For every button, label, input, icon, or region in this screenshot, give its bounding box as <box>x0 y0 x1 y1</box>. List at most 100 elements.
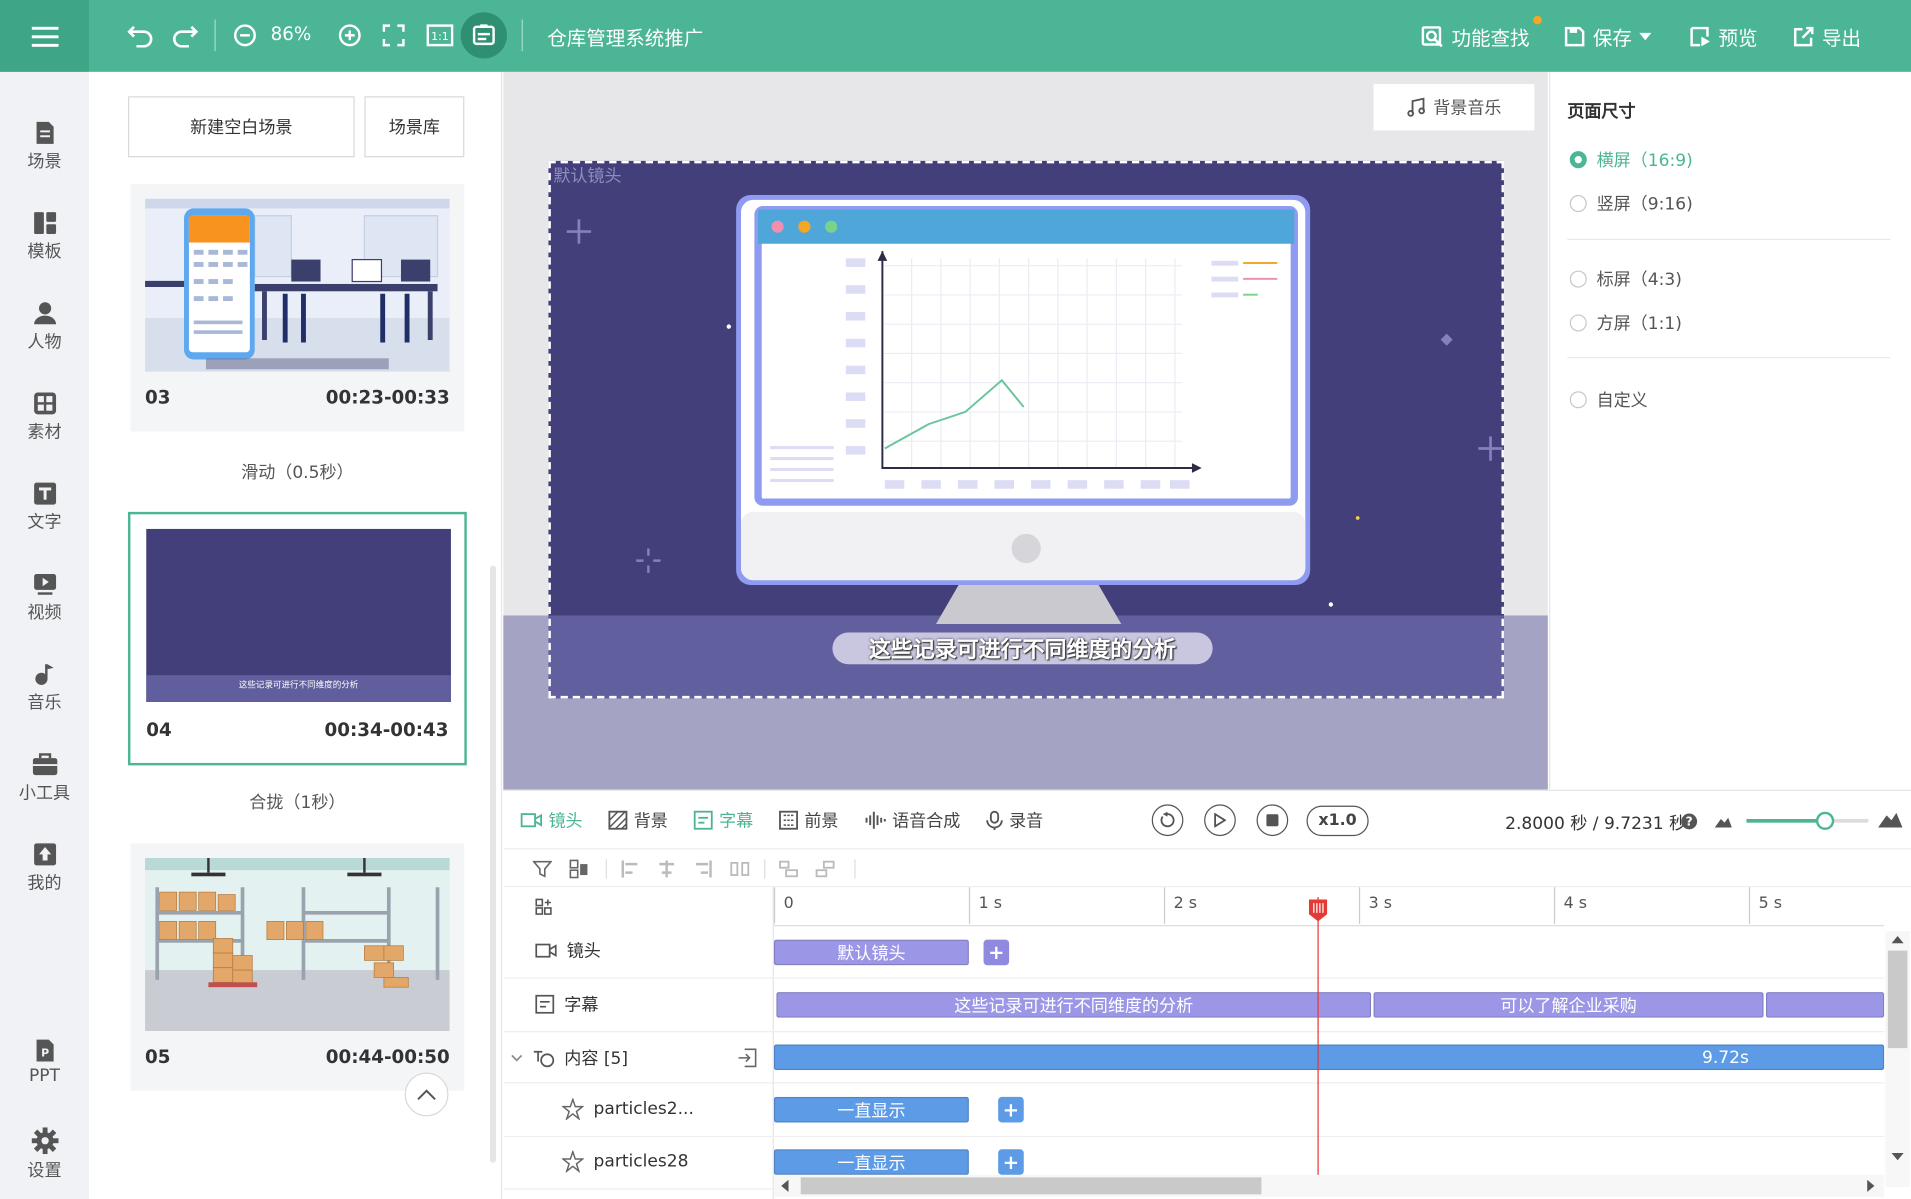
timeline-zoom-slider[interactable] <box>1746 811 1869 830</box>
stop-button[interactable] <box>1256 804 1289 837</box>
left-navigation: 场景 模板 人物 素材 文字 视频 音乐 小工具 我的 P PPT 设置 <box>0 71 89 1199</box>
add-effect-button[interactable]: + <box>998 1149 1024 1175</box>
layers-icon[interactable] <box>569 859 589 879</box>
option-square[interactable]: 方屏（1:1) <box>1569 311 1682 335</box>
redo-button[interactable] <box>169 20 201 52</box>
tab-foreground[interactable]: 前景 <box>779 791 839 850</box>
option-standard[interactable]: 标屏（4:3) <box>1569 267 1682 291</box>
ruler-label: 3 s <box>1368 894 1393 913</box>
scroll-right-icon[interactable] <box>1867 1179 1875 1192</box>
zoom-in-button[interactable] <box>336 22 363 49</box>
scroll-to-top-button[interactable] <box>404 1072 449 1117</box>
horizontal-scrollbar[interactable] <box>773 1174 1885 1197</box>
radio-button[interactable] <box>1569 270 1587 288</box>
subtitle-view-button[interactable] <box>460 12 507 59</box>
nav-item-ppt[interactable]: P PPT <box>0 1038 89 1086</box>
notification-dot <box>1533 15 1542 25</box>
playback-speed-button[interactable]: x1.0 <box>1306 805 1369 837</box>
undo-button[interactable] <box>124 20 156 52</box>
option-landscape[interactable]: 横屏（16:9) <box>1569 147 1693 171</box>
nav-item-person[interactable]: 人物 <box>0 301 89 353</box>
tab-camera[interactable]: 镜头 <box>520 791 583 850</box>
align-center-icon[interactable] <box>657 859 677 879</box>
add-camera-button[interactable]: + <box>983 939 1010 966</box>
page-size-panel: 页面尺寸 横屏（16:9) 竖屏（9:16) 标屏（4:3) 方屏（1:1) 自… <box>1549 71 1911 790</box>
menu-button[interactable] <box>0 0 89 72</box>
clip-subtitle[interactable] <box>1765 992 1885 1018</box>
help-icon[interactable]: ? <box>1681 813 1698 830</box>
scene-card-05[interactable]: 05 00:44-00:50 <box>130 843 465 1091</box>
align-right-icon[interactable] <box>693 859 713 879</box>
option-custom[interactable]: 自定义 <box>1569 388 1648 412</box>
nav-item-template[interactable]: 模板 <box>0 211 89 263</box>
tab-subtitle[interactable]: 字幕 <box>693 791 753 850</box>
nav-item-settings[interactable]: 设置 <box>0 1127 89 1182</box>
stage-subtitle[interactable]: 这些记录可进行不同维度的分析 <box>832 632 1213 665</box>
play-button[interactable] <box>1204 804 1236 837</box>
radio-button[interactable] <box>1569 314 1587 332</box>
preview-button[interactable]: 预览 <box>1689 22 1757 51</box>
text-icon <box>33 482 56 505</box>
scene-card-04[interactable]: 这些记录可进行不同维度的分析 04 00:34-00:43 <box>127 511 467 766</box>
clip-subtitle[interactable]: 可以了解企业采购 <box>1373 992 1764 1018</box>
option-portrait[interactable]: 竖屏（9:16) <box>1569 191 1693 215</box>
ruler-label: 4 s <box>1563 894 1588 913</box>
new-blank-scene-button[interactable]: 新建空白场景 <box>127 96 355 158</box>
distribute-icon[interactable] <box>730 859 750 879</box>
tab-voice-synthesis[interactable]: 语音合成 <box>864 791 960 850</box>
nav-item-mine[interactable]: 我的 <box>0 842 89 894</box>
save-icon <box>1564 26 1585 47</box>
find-feature-button[interactable]: 功能查找 <box>1421 22 1530 51</box>
scroll-up-icon[interactable] <box>1891 936 1904 944</box>
radio-button[interactable] <box>1569 391 1587 409</box>
vertical-scrollbar[interactable] <box>1885 931 1910 1188</box>
background-music-button[interactable]: 背景音乐 <box>1373 84 1535 131</box>
project-title[interactable]: 仓库管理系统推广 <box>547 22 703 51</box>
clip-subtitle[interactable]: 这些记录可进行不同维度的分析 <box>776 992 1372 1018</box>
zoom-out-button[interactable] <box>232 22 259 49</box>
zoom-in-timeline-icon[interactable] <box>1878 810 1903 828</box>
clip-camera[interactable]: 默认镜头 <box>773 939 969 966</box>
nav-item-video[interactable]: 视频 <box>0 572 89 624</box>
nav-item-scene[interactable]: 场景 <box>0 121 89 173</box>
clip-particles[interactable]: 一直显示 <box>773 1096 969 1123</box>
nav-item-text[interactable]: 文字 <box>0 481 89 533</box>
nav-item-material[interactable]: 素材 <box>0 391 89 443</box>
scene-thumbnail <box>145 198 450 372</box>
add-track-icon[interactable] <box>535 898 552 915</box>
transition-label[interactable]: 滑动（0.5秒） <box>130 459 464 483</box>
time-ruler[interactable]: 0 1 s 2 s 3 s 4 s 5 s <box>773 887 1885 927</box>
scroll-down-icon[interactable] <box>1891 1152 1904 1161</box>
zoom-out-timeline-icon[interactable] <box>1714 815 1732 828</box>
subtitle-track-icon <box>535 994 555 1014</box>
group-icon[interactable] <box>779 859 799 879</box>
clip-particles[interactable]: 一直显示 <box>773 1149 969 1175</box>
save-button[interactable]: 保存 <box>1564 22 1652 51</box>
clip-content[interactable]: 9.72s <box>773 1044 1885 1071</box>
scene-library-button[interactable]: 场景库 <box>364 96 465 158</box>
radio-button[interactable] <box>1569 195 1587 213</box>
track-label-camera[interactable]: 镜头 <box>535 938 806 962</box>
tab-record[interactable]: 录音 <box>986 791 1043 850</box>
scene-card-03[interactable]: 03 00:23-00:33 <box>130 184 465 432</box>
replay-button[interactable] <box>1151 804 1184 837</box>
filter-icon[interactable] <box>532 859 553 879</box>
track-label-subtitle[interactable]: 字幕 <box>535 992 806 1016</box>
actual-size-button[interactable]: 1:1 <box>425 22 454 49</box>
collapse-group-icon[interactable] <box>737 1048 757 1068</box>
ungroup-icon[interactable] <box>815 859 835 879</box>
fullscreen-button[interactable] <box>380 22 407 49</box>
tab-background[interactable]: 背景 <box>608 791 668 850</box>
nav-item-music[interactable]: 音乐 <box>0 662 89 714</box>
add-effect-button[interactable]: + <box>998 1096 1024 1123</box>
scroll-left-icon[interactable] <box>781 1179 789 1192</box>
export-button[interactable]: 导出 <box>1793 22 1861 51</box>
scene-stage[interactable]: 默认镜头 这些记录可进行不同维度的分析 <box>548 160 1504 699</box>
slider-handle[interactable] <box>1815 811 1835 830</box>
scene-panel-scrollbar[interactable] <box>489 565 497 1163</box>
transition-label[interactable]: 合拢（1秒） <box>130 790 464 814</box>
align-left-icon[interactable] <box>620 859 640 879</box>
playhead-handle[interactable] <box>1308 899 1328 922</box>
radio-button[interactable] <box>1569 151 1587 169</box>
nav-item-toolbox[interactable]: 小工具 <box>0 752 89 804</box>
